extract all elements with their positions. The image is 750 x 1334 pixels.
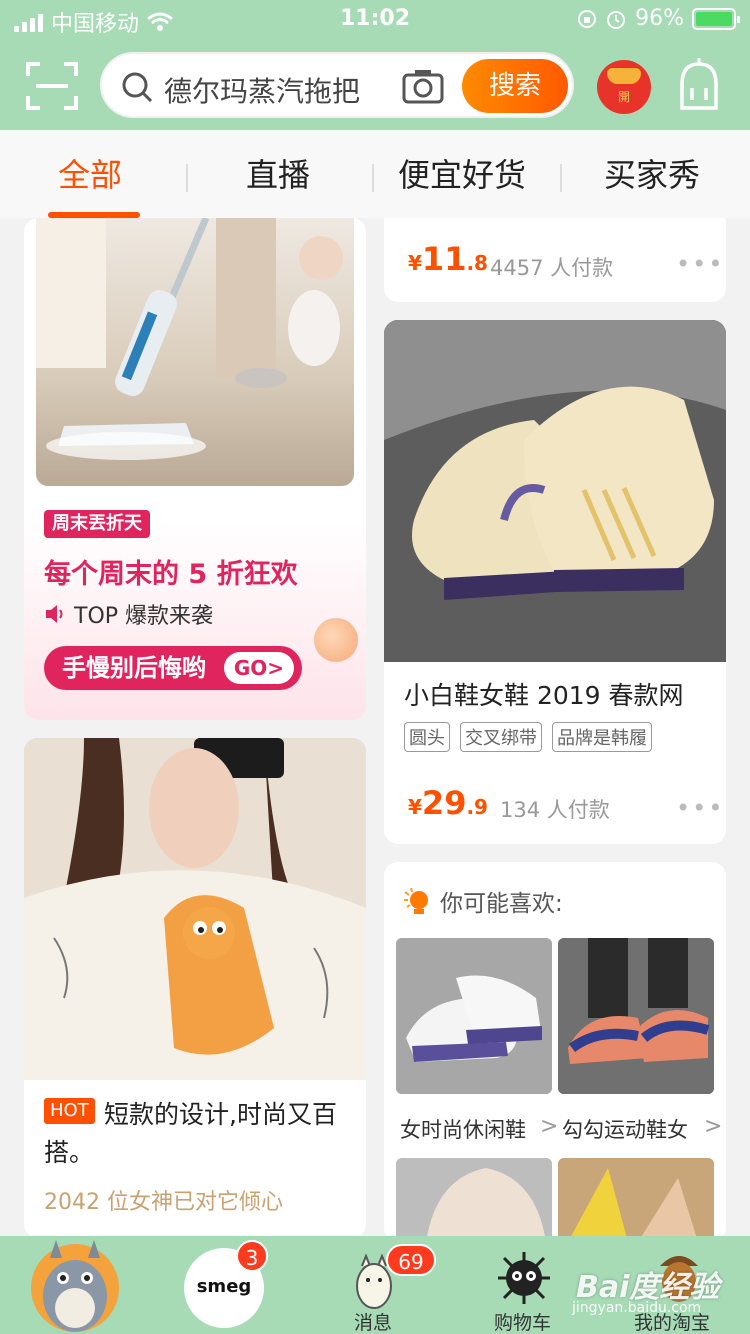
recommendations-heading: 你可能喜欢: (440, 891, 563, 917)
promo-cta-label: 手慢别后悔哟 (62, 654, 206, 682)
status-bar: 中国移动 11:02 96% (0, 0, 750, 40)
product-price: ¥11.8 (408, 240, 488, 278)
status-right: 96% (577, 6, 740, 31)
nav-label: 消息 (354, 1312, 393, 1334)
search-bar[interactable]: 德尔玛蒸汽拖把 搜索 (100, 52, 574, 118)
nav-home[interactable] (30, 1236, 120, 1334)
rotation-lock-icon (578, 9, 597, 28)
tab-divider (186, 164, 188, 192)
recommendations-card: 你可能喜欢: 女时尚休闲鞋 > 勾勾运动鞋女 > (384, 862, 726, 1242)
recommendation-image[interactable] (396, 1158, 552, 1242)
nav-smeg[interactable]: smeg 3 (182, 1236, 268, 1334)
product-tags: 圆头 交叉绑带 品牌是韩履 (404, 722, 652, 752)
search-button[interactable]: 搜索 (462, 59, 568, 113)
product-price: ¥29.9 (408, 784, 488, 822)
promo-subtitle: TOP 爆款来袭 (74, 604, 214, 629)
recommendation-image[interactable] (396, 938, 552, 1094)
product-tag: 品牌是韩履 (552, 722, 652, 752)
tab-buyer-show[interactable]: 买家秀 (604, 150, 700, 196)
totoro-home-icon (31, 1240, 119, 1332)
product-title: 短款的设计,时尚又百搭。 (44, 1100, 337, 1167)
scan-icon[interactable] (26, 62, 78, 110)
recommendation-image[interactable] (558, 938, 714, 1094)
category-tabs: 全部 直播 便宜好货 买家秀 (0, 130, 750, 218)
tab-live[interactable]: 直播 (246, 150, 310, 196)
tab-cheap-goods[interactable]: 便宜好货 (398, 150, 526, 196)
recommendation-label[interactable]: 女时尚休闲鞋 (400, 1114, 526, 1144)
product-card-shoes[interactable]: 小白鞋女鞋 2019 春款网 圆头 交叉绑带 品牌是韩履 ¥29.9 134 人… (384, 320, 726, 844)
robot-icon[interactable] (674, 58, 724, 112)
battery-percent: 96% (635, 6, 684, 31)
speaker-icon (46, 605, 63, 623)
product-card-sweater[interactable]: HOT 短款的设计,时尚又百搭。 2042 位女神已对它倾心 (24, 738, 366, 1238)
more-options-icon[interactable]: ••• (676, 250, 724, 278)
chevron-right-icon: > (704, 1114, 723, 1139)
red-packet-label: 開 (617, 90, 630, 104)
product-card-fragment[interactable]: ¥11.8 4457 人付款 ••• (384, 218, 726, 302)
product-tag: 交叉绑带 (460, 722, 542, 752)
alarm-icon (607, 10, 626, 29)
more-options-icon[interactable]: ••• (676, 794, 724, 822)
go-badge: GO> (223, 652, 294, 684)
paid-count: 134 人付款 (500, 798, 610, 822)
product-image (24, 738, 366, 1080)
coin-decoration (314, 618, 358, 662)
weekend-badge: 周末丟折天 (44, 510, 150, 538)
search-icon (122, 72, 153, 103)
product-tag: 圆头 (404, 722, 450, 752)
baidu-watermark-url: jingyan.baidu.com (572, 1300, 702, 1316)
bulb-icon (404, 887, 428, 914)
camera-icon[interactable] (402, 68, 444, 104)
chevron-right-icon: > (540, 1114, 559, 1139)
svg-text:smeg: smeg (197, 1276, 252, 1297)
nav-messages[interactable]: 69 消息 (344, 1236, 444, 1334)
tab-divider (560, 164, 562, 192)
tab-all[interactable]: 全部 (58, 150, 122, 196)
messages-badge: 69 (386, 1244, 436, 1276)
product-social-proof: 2042 位女神已对它倾心 (44, 1190, 283, 1215)
paid-count: 4457 人付款 (490, 256, 614, 280)
promo-cta-button[interactable]: 手慢别后悔哟 GO> (44, 646, 302, 690)
battery-icon (692, 7, 740, 30)
recommendations-heading-row: 你可能喜欢: (402, 884, 563, 918)
search-input[interactable]: 德尔玛蒸汽拖把 (164, 70, 360, 110)
recommendation-label[interactable]: 勾勾运动鞋女 (562, 1114, 688, 1144)
red-packet-icon[interactable]: 開 (597, 60, 651, 114)
nav-cart[interactable]: 购物车 (488, 1236, 568, 1334)
top-header: 中国移动 11:02 96% 德尔玛蒸汽拖把 搜索 開 (0, 0, 750, 130)
weekend-promo-card[interactable]: 周末丟折天 每个周末的 5 折狂欢 TOP 爆款来袭 手慢别后悔哟 GO> (24, 218, 366, 720)
recommendation-image[interactable] (558, 1158, 714, 1242)
product-image (384, 320, 726, 662)
nav-label: 购物车 (494, 1312, 552, 1334)
steam-mop-image (36, 218, 354, 486)
smeg-badge: 3 (236, 1240, 268, 1272)
promo-title: 每个周末的 5 折狂欢 (44, 559, 298, 590)
product-title: 小白鞋女鞋 2019 春款网 (404, 681, 684, 710)
soot-sprite-icon (498, 1252, 550, 1304)
promo-subtitle-row: TOP 爆款来袭 (44, 598, 213, 630)
tab-divider (372, 164, 374, 192)
